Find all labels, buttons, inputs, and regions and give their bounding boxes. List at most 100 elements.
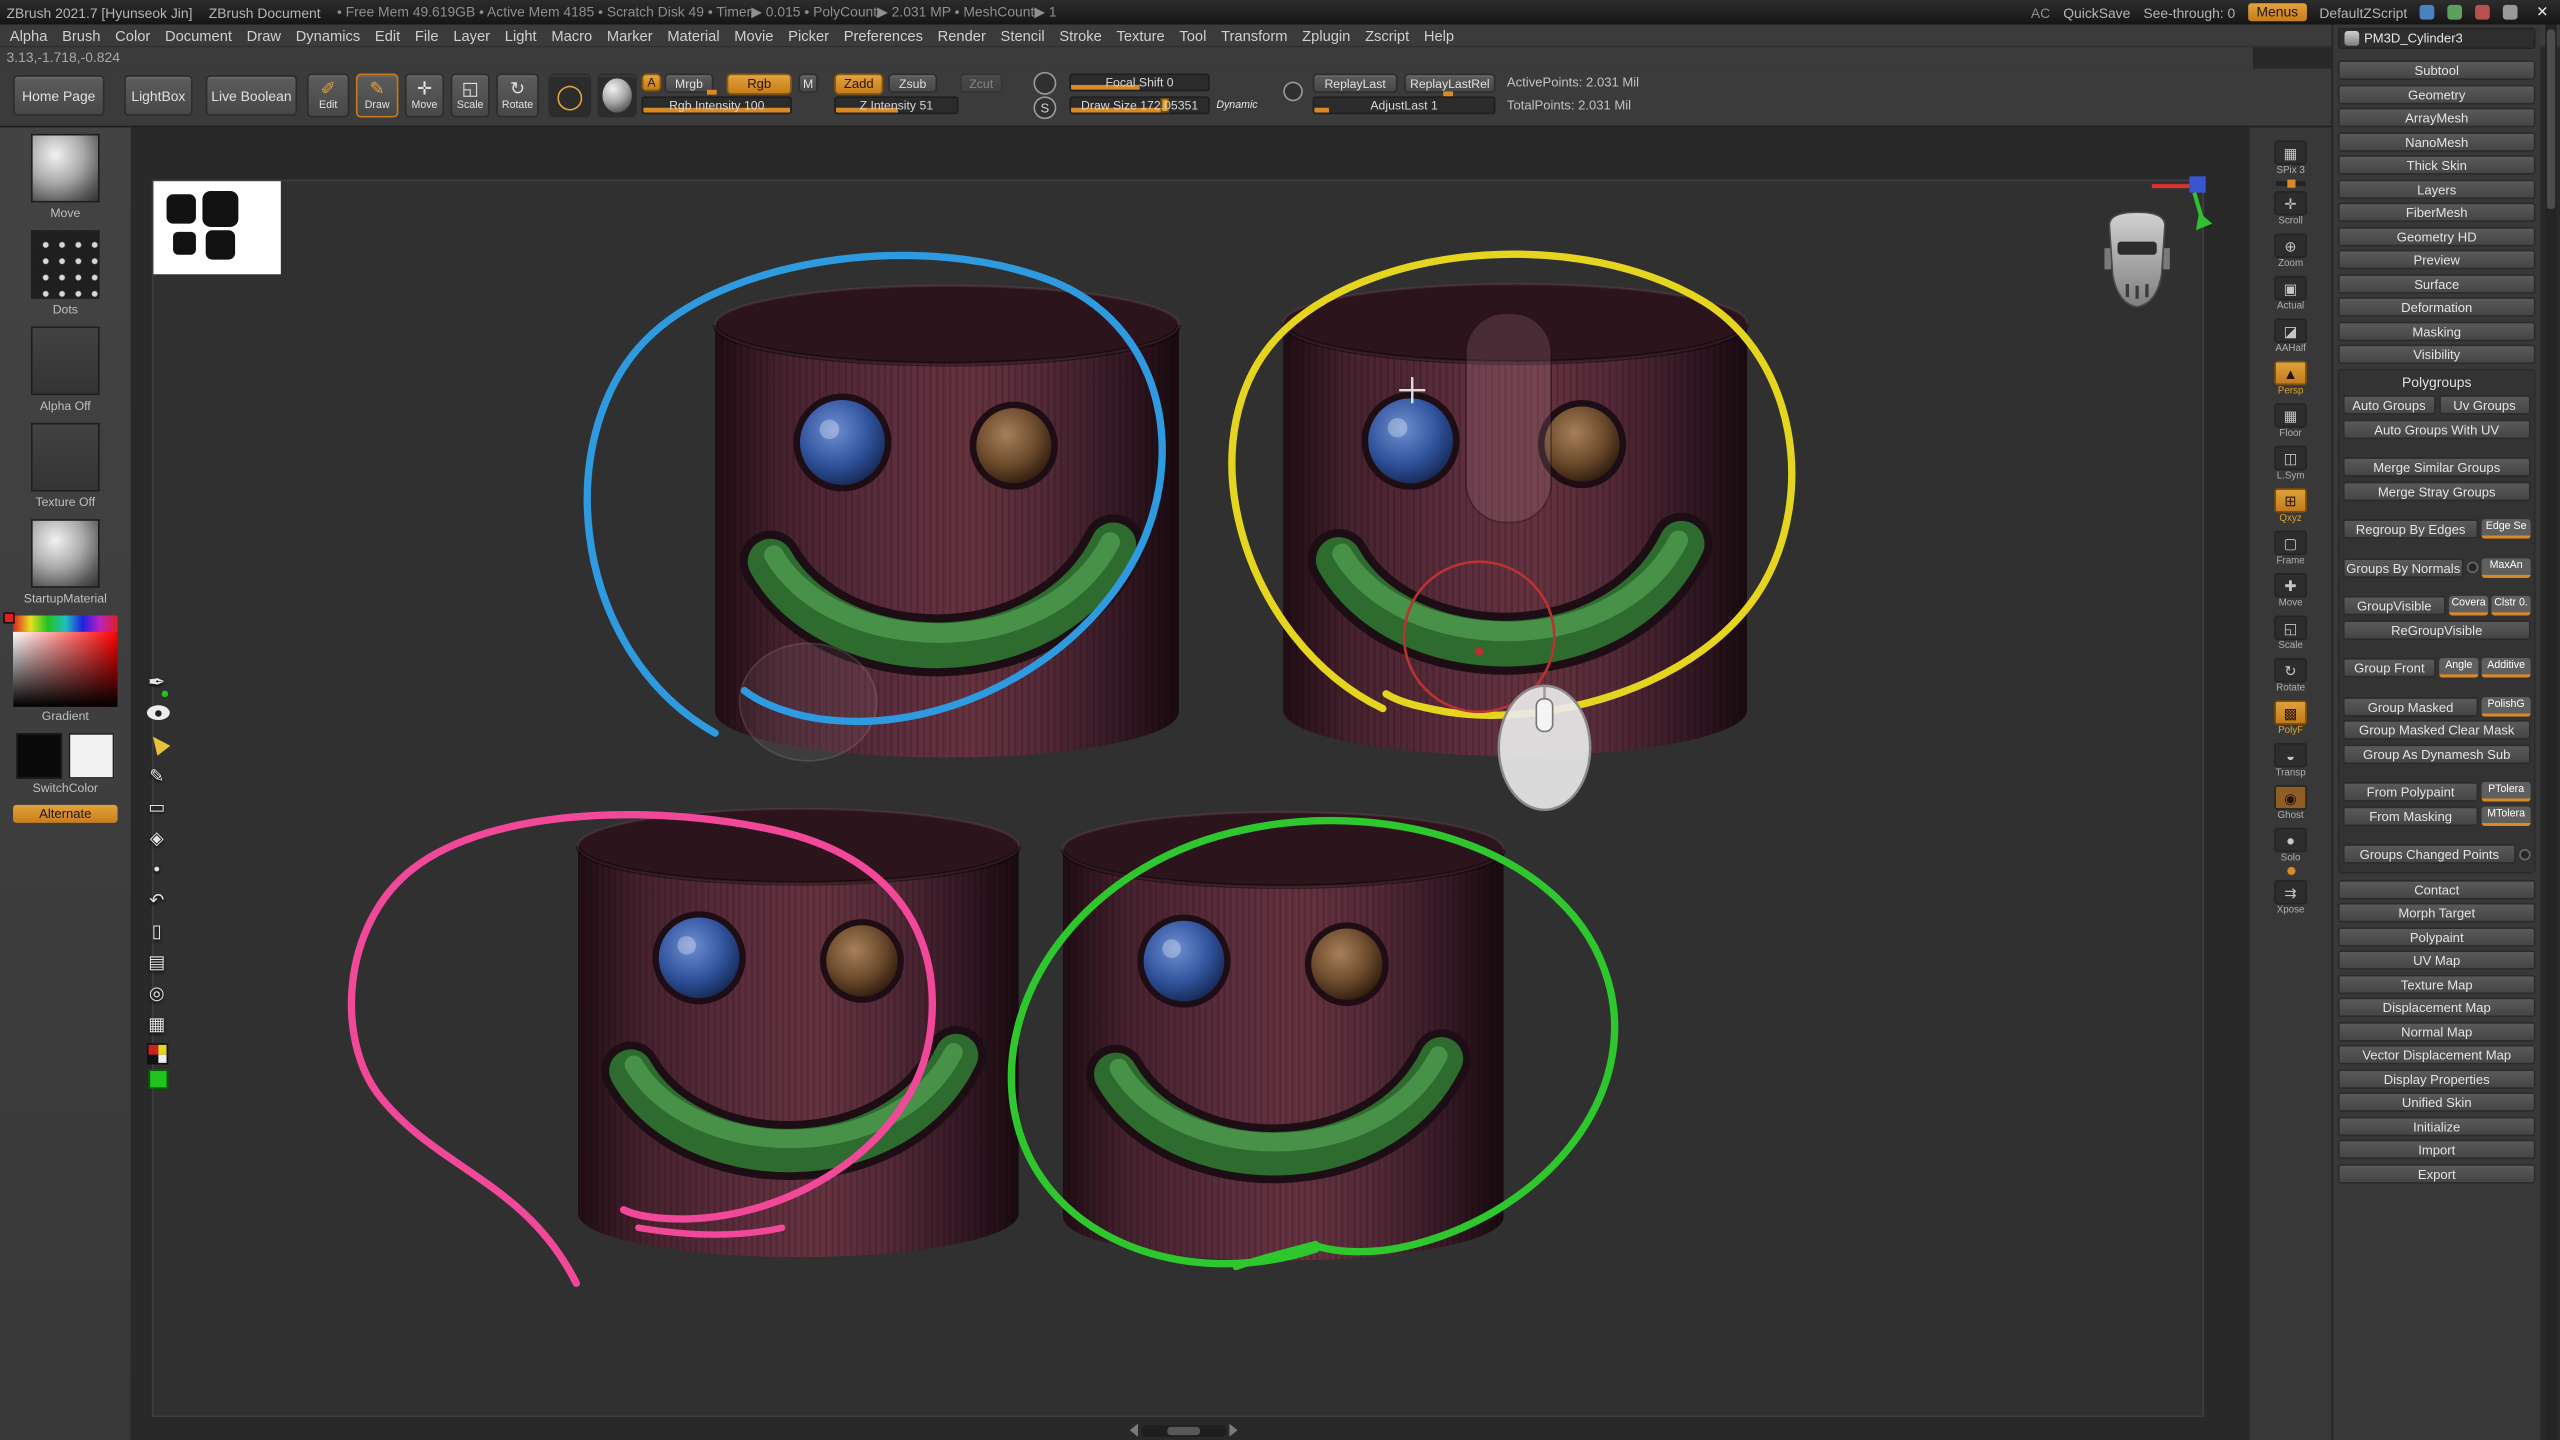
alpha-thumbnail[interactable] xyxy=(31,327,100,396)
notes-icon[interactable]: ▦ xyxy=(144,1012,170,1038)
canvas-3d-viewport[interactable] xyxy=(131,127,2250,1440)
menu-zscript[interactable]: Zscript xyxy=(1365,27,1409,43)
group-masked-button[interactable]: Group Masked xyxy=(2343,696,2479,716)
angle-slider[interactable]: Angle xyxy=(2439,658,2478,678)
menu-dynamics[interactable]: Dynamics xyxy=(296,27,361,43)
menu-edit[interactable]: Edit xyxy=(375,27,400,43)
lightbox-button[interactable]: LightBox xyxy=(124,75,193,116)
focal-shift-slider[interactable]: Focal Shift 0 xyxy=(1069,73,1209,91)
auto-groups-button[interactable]: Auto Groups xyxy=(2343,395,2435,415)
zsub-button[interactable]: Zsub xyxy=(888,73,937,93)
anchor-badge[interactable]: A xyxy=(642,73,662,91)
auto-groups-with-uv-button[interactable]: Auto Groups With UV xyxy=(2343,419,2531,439)
group-front-button[interactable]: Group Front xyxy=(2343,658,2436,678)
menu-material[interactable]: Material xyxy=(667,27,719,43)
menu-movie[interactable]: Movie xyxy=(734,27,773,43)
palette-subtool[interactable]: Subtool xyxy=(2338,60,2536,80)
from-polypaint-button[interactable]: From Polypaint xyxy=(2343,782,2479,802)
color-palette-icon[interactable] xyxy=(147,1043,168,1064)
menus-button[interactable]: Menus xyxy=(2248,3,2306,21)
color-picker[interactable] xyxy=(13,616,117,707)
ghost-button[interactable]: ◉Ghost xyxy=(2269,785,2311,823)
zadd-button[interactable]: Zadd xyxy=(834,73,883,94)
menu-tool[interactable]: Tool xyxy=(1179,27,1206,43)
qxyz-button[interactable]: ⊞Qxyz xyxy=(2269,488,2311,526)
groups-changed-points-button[interactable]: Groups Changed Points xyxy=(2343,844,2516,864)
persp-button[interactable]: ▲Persp xyxy=(2269,361,2311,399)
palette-export[interactable]: Export xyxy=(2338,1163,2536,1183)
mask-tolerance-slider[interactable]: MTolera xyxy=(2482,806,2531,826)
scroll-right-arrow[interactable] xyxy=(1229,1424,1237,1437)
printer-icon[interactable]: ▤ xyxy=(144,950,170,976)
palette-nanomesh[interactable]: NanoMesh xyxy=(2338,131,2536,151)
main-color-swatch[interactable] xyxy=(16,733,62,779)
menu-stroke[interactable]: Stroke xyxy=(1059,27,1101,43)
menu-macro[interactable]: Macro xyxy=(551,27,592,43)
scrollbar-thumb[interactable] xyxy=(1167,1426,1200,1434)
regroup-by-edges-button[interactable]: Regroup By Edges xyxy=(2343,519,2479,539)
stroke-thumbnail-dots[interactable] xyxy=(31,230,100,299)
group-as-dynamesh-sub-button[interactable]: Group As Dynamesh Sub xyxy=(2343,744,2531,764)
paint-tolerance-slider[interactable]: PTolera xyxy=(2482,782,2531,802)
group-masked-clear-mask-button[interactable]: Group Masked Clear Mask xyxy=(2343,720,2531,740)
zoom-button[interactable]: ⊕Zoom xyxy=(2269,233,2311,271)
palette-geometry-hd[interactable]: Geometry HD xyxy=(2338,226,2536,246)
window-icon-green[interactable] xyxy=(2448,5,2463,20)
polygroups-title[interactable]: Polygroups xyxy=(2343,374,2531,392)
adjust-last-slider[interactable]: AdjustLast 1 xyxy=(1313,96,1496,114)
stroke-gear-icon[interactable] xyxy=(1283,82,1303,102)
scale-mode-button[interactable]: ◱ Scale xyxy=(451,73,490,117)
palette-geometry[interactable]: Geometry xyxy=(2338,84,2536,104)
stroke-thumbnail-move[interactable] xyxy=(31,134,100,203)
menu-texture[interactable]: Texture xyxy=(1117,27,1165,43)
palette-contact[interactable]: Contact xyxy=(2338,879,2536,899)
frame-tool-icon[interactable]: ▭ xyxy=(144,795,170,821)
annotation-marker-icon[interactable]: ✒ xyxy=(144,666,170,699)
document-thumbnail[interactable] xyxy=(153,181,280,274)
current-alpha-button[interactable]: ◯ xyxy=(549,73,591,117)
rgb-button[interactable]: Rgb xyxy=(727,73,792,94)
palette-fibermesh[interactable]: FiberMesh xyxy=(2338,202,2536,222)
menu-picker[interactable]: Picker xyxy=(788,27,829,43)
menu-help[interactable]: Help xyxy=(1424,27,1454,43)
spix-slider[interactable] xyxy=(2276,181,2305,186)
palette-uv-map[interactable]: UV Map xyxy=(2338,950,2536,970)
visibility-eye-icon[interactable] xyxy=(146,705,169,720)
home-page-button[interactable]: Home Page xyxy=(13,75,104,116)
palette-surface[interactable]: Surface xyxy=(2338,273,2536,293)
menu-zplugin[interactable]: Zplugin xyxy=(1302,27,1350,43)
palette-deformation[interactable]: Deformation xyxy=(2338,297,2536,317)
palette-displacement-map[interactable]: Displacement Map xyxy=(2338,998,2536,1018)
cursor-tool-icon[interactable] xyxy=(146,732,170,756)
groups-by-normals-button[interactable]: Groups By Normals xyxy=(2343,558,2464,578)
frame-button[interactable]: ▢Frame xyxy=(2269,531,2311,569)
solo-button[interactable]: ●Solo xyxy=(2269,828,2311,875)
quicksave-button[interactable]: QuickSave xyxy=(2063,4,2130,20)
palette-import[interactable]: Import xyxy=(2338,1140,2536,1160)
panel-scrollbar-thumb[interactable] xyxy=(2547,29,2555,209)
coverage-slider[interactable]: Covera xyxy=(2449,596,2488,616)
menu-marker[interactable]: Marker xyxy=(607,27,653,43)
merge-stray-groups-button[interactable]: Merge Stray Groups xyxy=(2343,481,2531,501)
z-intensity-slider[interactable]: Z Intensity 51 xyxy=(834,96,958,114)
polyframe-button[interactable]: ▩PolyF xyxy=(2269,700,2311,738)
pen-tool-icon[interactable]: ✎ xyxy=(144,764,170,790)
scale3d-button[interactable]: ◱Scale xyxy=(2269,616,2311,654)
dot-tool-icon[interactable]: • xyxy=(144,857,170,883)
max-angle-slider[interactable]: MaxAn xyxy=(2482,558,2531,578)
rotate3d-button[interactable]: ↻Rotate xyxy=(2269,658,2311,696)
palette-arraymesh[interactable]: ArrayMesh xyxy=(2338,108,2536,128)
edge-smoothness-slider[interactable]: Edge Se xyxy=(2482,519,2531,539)
floor-button[interactable]: ▦Floor xyxy=(2269,403,2311,441)
additive-toggle[interactable]: Additive xyxy=(2482,658,2531,678)
group-visible-button[interactable]: GroupVisible xyxy=(2343,596,2446,616)
actual-button[interactable]: ▣Actual xyxy=(2269,276,2311,314)
cluster-slider[interactable]: Clstr 0. xyxy=(2491,596,2530,616)
draw-size-slider[interactable]: Draw Size 172.05351 xyxy=(1069,96,1209,114)
scroll-button[interactable]: ✛Scroll xyxy=(2269,191,2311,229)
canvas-area[interactable]: ✒ ✎ ▭ ◈ • ↶ ▯ ▤ ◎ ▦ xyxy=(131,127,2250,1440)
menu-brush[interactable]: Brush xyxy=(62,27,100,43)
edit-mode-button[interactable]: ✐ Edit xyxy=(307,73,349,117)
palette-unified-skin[interactable]: Unified Skin xyxy=(2338,1092,2536,1112)
live-boolean-button[interactable]: Live Boolean xyxy=(206,75,297,116)
